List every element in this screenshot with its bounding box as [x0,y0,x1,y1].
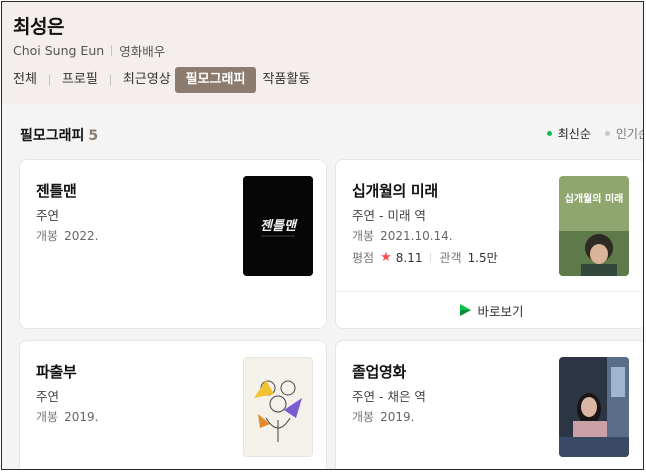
tab-divider [109,74,111,86]
poster-art [559,357,629,457]
release-date: 2021.10.14. [380,229,453,243]
watch-label: 바로보기 [477,303,524,319]
person-name: 최성은 [13,16,64,38]
release-label: 개봉 [36,410,59,424]
release-label: 개봉 [352,229,375,243]
sort-latest[interactable]: 최신순 [546,125,591,142]
sort-latest-label: 최신순 [557,127,591,141]
film-card[interactable]: 젠틀맨 주연 개봉 2022. 젠틀맨 [19,159,327,329]
page-frame: 최성은 Choi Sung Eun 영화배우 전체 프로필 최근영상 필모그래피… [1,1,644,470]
english-name: Choi Sung Eun [13,43,105,58]
sort-options: 최신순 인기순 [533,125,643,142]
poster-art: 젠틀맨 [243,176,313,276]
release-label: 개봉 [352,410,375,424]
person-subtitle: Choi Sung Eun 영화배우 [13,41,165,60]
rating-value: 8.11 [395,250,423,265]
sort-popular-label: 인기순 [615,127,643,141]
release-label: 개봉 [36,229,59,243]
film-stats: 평점 ★ 8.11 관객 1.5만 [352,249,498,266]
film-poster[interactable] [559,357,629,457]
film-card[interactable]: 십개월의 미래 주연 - 미래 역 개봉 2021.10.14. 평점 ★ 8.1… [335,159,643,329]
tab-bar: 전체 프로필 최근영상 필모그래피 작품활동 [13,67,310,93]
active-dot-icon [546,131,552,136]
star-icon: ★ [380,250,392,265]
poster-title: 젠틀맨 [260,219,298,234]
film-release: 개봉 2019. [36,408,98,425]
film-role: 주연 [36,389,60,404]
audience-value: 1.5만 [467,251,498,265]
film-title[interactable]: 젠틀맨 [36,180,77,201]
film-title[interactable]: 십개월의 미래 [352,180,438,201]
film-card[interactable]: 파출부 주연 개봉 2019. [19,340,327,469]
tab-recent-videos[interactable]: 최근영상 [123,67,171,93]
tab-profile[interactable]: 프로필 [62,67,98,93]
film-role: 주연 - 채은 역 [352,389,426,404]
film-poster[interactable]: 젠틀맨 [243,176,313,276]
rating-label: 평점 [352,251,375,265]
sort-popular[interactable]: 인기순 [604,125,643,142]
release-date: 2019. [64,410,99,424]
watch-button[interactable]: 바로보기 [336,291,643,328]
tab-filmography[interactable]: 필모그래피 [174,67,257,93]
tab-divider [48,74,50,86]
section-count: 5 [88,128,99,144]
film-role: 주연 [36,208,60,223]
tab-activities[interactable]: 작품활동 [262,67,310,93]
divider [430,252,432,263]
film-title[interactable]: 졸업영화 [352,361,406,382]
film-card[interactable]: 졸업영화 주연 - 채은 역 개봉 2019. [335,340,643,469]
film-role: 주연 - 미래 역 [352,208,426,223]
film-poster[interactable] [243,357,313,457]
film-release: 개봉 2021.10.14. [352,227,453,244]
poster-title: 십개월의 미래 [565,192,624,205]
person-header: 최성은 Choi Sung Eun 영화배우 전체 프로필 최근영상 필모그래피… [2,2,643,104]
inactive-dot-icon [604,131,610,136]
audience-label: 관객 [439,251,462,265]
divider [111,45,113,56]
film-poster[interactable]: 십개월의 미래 [559,176,629,276]
film-release: 개봉 2022. [36,227,98,244]
release-date: 2019. [380,410,415,424]
section-title-text: 필모그래피 [20,128,85,144]
section-title: 필모그래피 5 [20,125,98,145]
tab-all[interactable]: 전체 [13,67,37,93]
film-release: 개봉 2019. [352,408,414,425]
job-label: 영화배우 [119,44,166,59]
release-date: 2022. [64,229,99,243]
poster-art: 십개월의 미래 [559,176,629,276]
film-title[interactable]: 파출부 [36,361,77,382]
filmography-section: 필모그래피5 최신순 인기순 젠틀맨 주연 개봉 2022. 젠틀맨 십개월의 미… [2,104,643,469]
play-icon [460,304,472,316]
poster-art [244,358,312,456]
